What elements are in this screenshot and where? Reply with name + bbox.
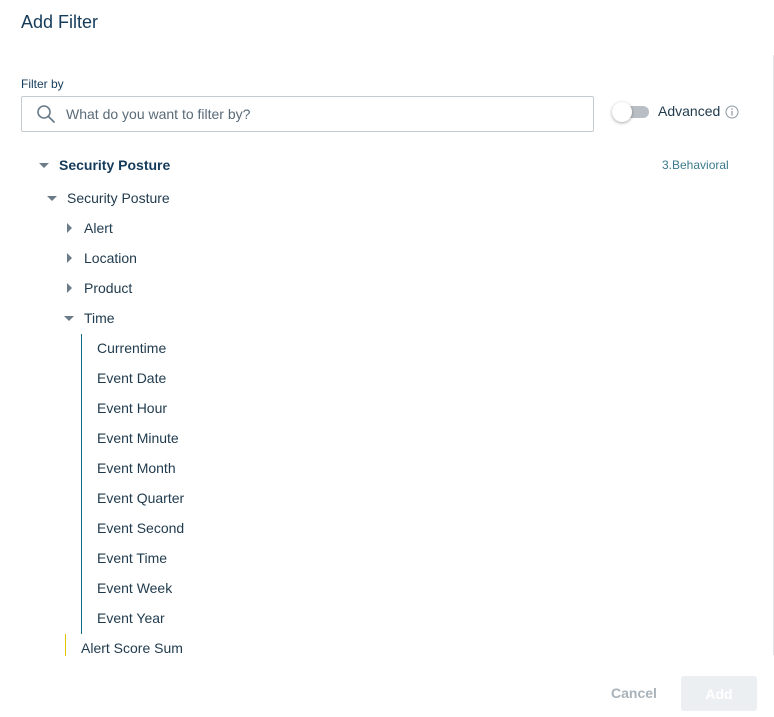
caret-right-icon (67, 283, 72, 293)
info-icon[interactable] (725, 105, 739, 119)
toggle-knob (612, 102, 632, 122)
tree-leaf[interactable]: Event Minute (97, 427, 179, 449)
tree-node-label: Location (84, 250, 137, 266)
tree-node-alert[interactable]: Alert (64, 217, 113, 239)
dataset-tag: 3.Behavioral (662, 158, 729, 172)
caret-right-icon (67, 223, 72, 233)
tree-group-node[interactable]: Security Posture (47, 187, 170, 209)
tree-node-label: Time (84, 310, 115, 326)
time-branch-line (81, 334, 82, 634)
search-field[interactable] (21, 96, 594, 132)
tree-leaf[interactable]: Event Month (97, 457, 176, 479)
filter-by-label: Filter by (21, 77, 64, 91)
tree-measure-alert-score-sum[interactable]: Alert Score Sum (81, 637, 183, 659)
tree-group-label: Security Posture (67, 190, 170, 206)
tree-leaf[interactable]: Event Date (97, 367, 166, 389)
tree-leaf[interactable]: Event Hour (97, 397, 167, 419)
caret-right-icon (67, 253, 72, 263)
tree-node-product[interactable]: Product (64, 277, 132, 299)
tree-root-node[interactable]: Security Posture (39, 154, 170, 176)
advanced-label: Advanced (658, 103, 721, 119)
tree-leaf[interactable]: Currentime (97, 337, 166, 359)
tree-node-time[interactable]: Time (64, 307, 115, 329)
tree-node-label: Alert (84, 220, 113, 236)
search-input[interactable] (66, 97, 593, 131)
tree-root-label: Security Posture (59, 157, 171, 173)
tree-leaf[interactable]: Event Quarter (97, 487, 184, 509)
cancel-button[interactable]: Cancel (602, 678, 666, 708)
add-button[interactable]: Add (681, 676, 757, 711)
tree-leaf[interactable]: Event Time (97, 547, 167, 569)
tree-leaf[interactable]: Event Second (97, 517, 184, 539)
tree-leaf[interactable]: Event Year (97, 607, 165, 629)
caret-down-icon (47, 196, 57, 201)
measure-marker-line (65, 634, 66, 656)
add-filter-dialog: Add Filter Filter by Advanced Security P… (0, 0, 774, 717)
dialog-title: Add Filter (21, 12, 99, 32)
tree-node-location[interactable]: Location (64, 247, 137, 269)
advanced-toggle[interactable] (612, 102, 649, 122)
tree-leaf[interactable]: Event Week (97, 577, 172, 599)
caret-down-icon (39, 163, 49, 168)
caret-down-icon (64, 316, 74, 321)
tree-node-label: Product (84, 280, 133, 296)
search-icon (37, 105, 55, 123)
